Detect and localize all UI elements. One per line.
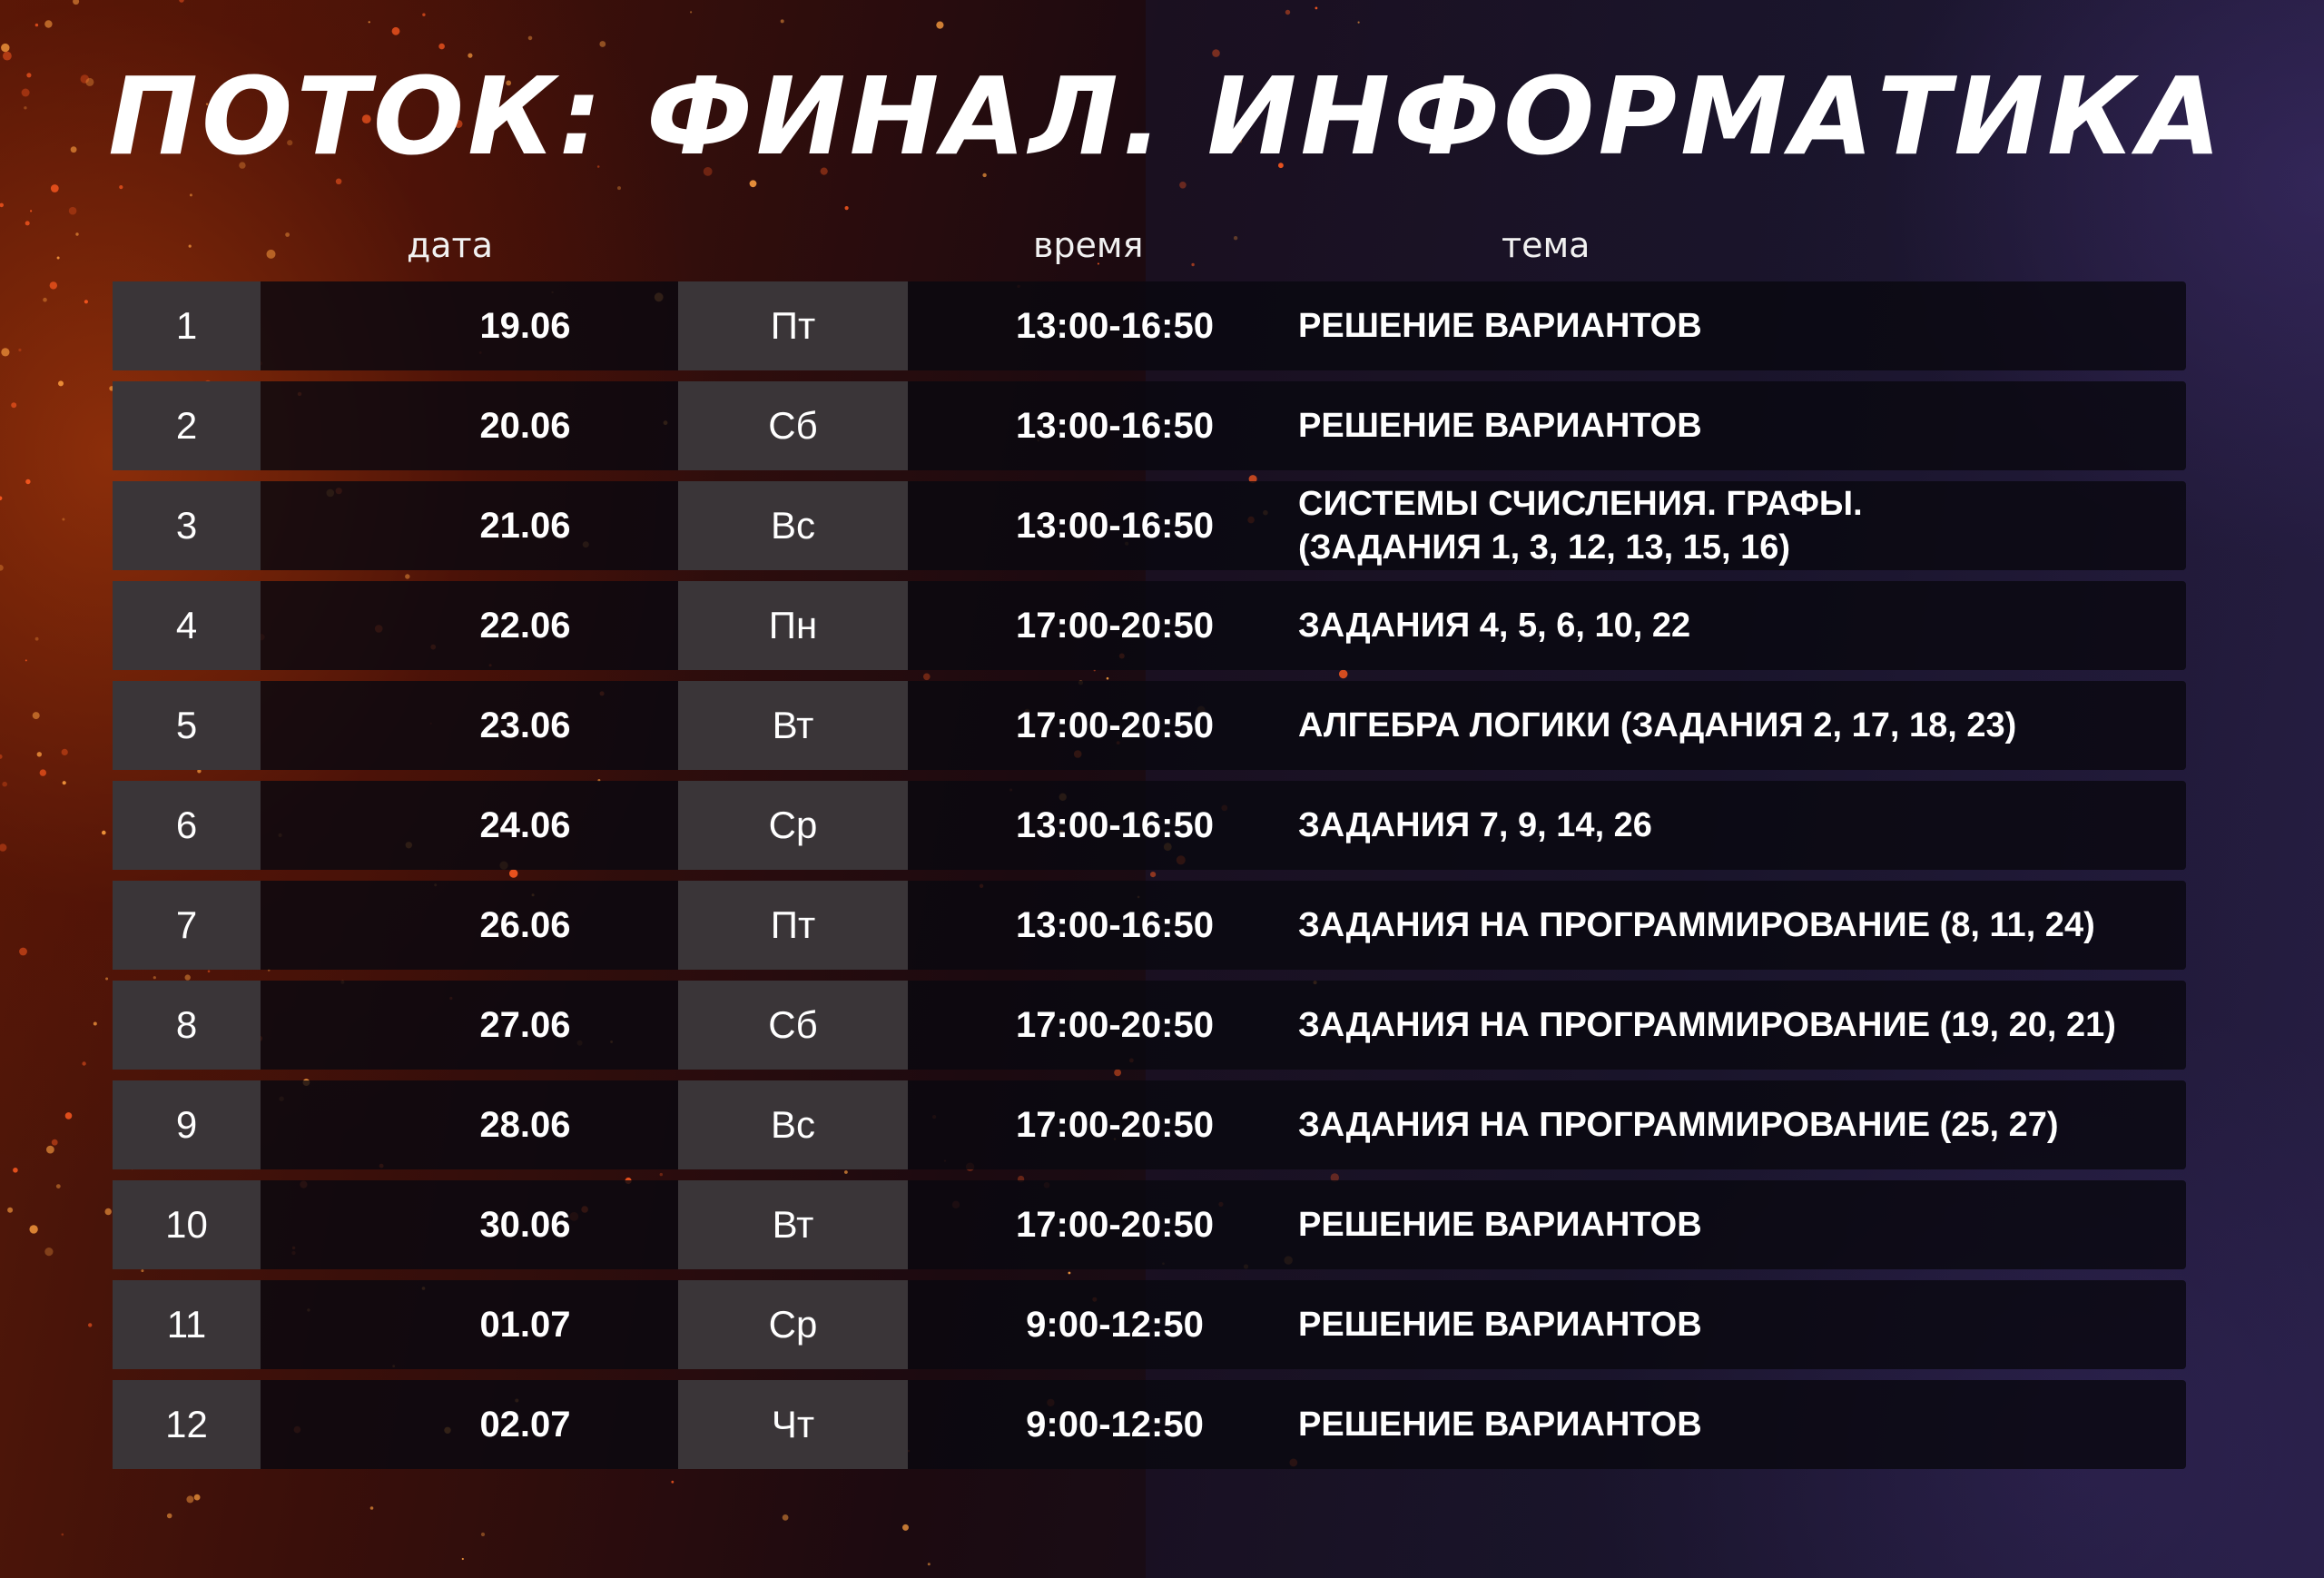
schedule-row: 01.07 11 Ср 9:00-12:50 РЕШЕНИЕ ВАРИАНТОВ [113,1280,2186,1369]
row-topic-line: ЗАДАНИЯ 4, 5, 6, 10, 22 [1298,607,1691,645]
row-weekday: Вт [678,681,908,770]
row-topic-line: РЕШЕНИЕ ВАРИАНТОВ [1298,1306,1702,1344]
row-topic: РЕШЕНИЕ ВАРИАНТОВ [1298,1280,2186,1369]
row-time: 17:00-20:50 [1016,1004,1214,1045]
row-topic-line: РЕШЕНИЕ ВАРИАНТОВ [1298,1206,1702,1244]
row-time: 9:00-12:50 [1026,1404,1204,1445]
schedule-row: 21.06 3 Вс 13:00-16:50 СИСТЕМЫ СЧИСЛЕНИЯ. ГР… [113,481,2186,570]
row-topic: ЗАДАНИЯ НА ПРОГРАММИРОВАНИЕ (19, 20, 21) [1298,981,2186,1070]
header-topic: тема [1502,225,1590,265]
row-weekday: Пт [678,881,908,970]
row-topic: ЗАДАНИЯ 4, 5, 6, 10, 22 [1298,581,2186,670]
row-topic: ЗАДАНИЯ 7, 9, 14, 26 [1298,781,2186,870]
row-weekday: Пт [678,281,908,370]
schedule-row: 28.06 9 Вс 17:00-20:50 ЗАДАНИЯ НА ПРОГРАММИР… [113,1080,2186,1169]
row-topic-line: АЛГЕБРА ЛОГИКИ (ЗАДАНИЯ 2, 17, 18, 23) [1298,706,2017,745]
row-topic-line: ЗАДАНИЯ 7, 9, 14, 26 [1298,806,1652,844]
row-weekday: Вс [678,481,908,570]
row-time: 9:00-12:50 [1026,1304,1204,1345]
row-weekday: Сб [678,381,908,470]
row-weekday: Ср [678,1280,908,1369]
row-number: 12 [113,1380,261,1469]
schedule-row: 02.07 12 Чт 9:00-12:50 РЕШЕНИЕ ВАРИАНТОВ [113,1380,2186,1469]
row-topic: ЗАДАНИЯ НА ПРОГРАММИРОВАНИЕ (8, 11, 24) [1298,881,2186,970]
schedule-row: 24.06 6 Ср 13:00-16:50 ЗАДАНИЯ 7, 9, 14, 26 [113,781,2186,870]
header-time: время [1033,225,1144,265]
row-weekday: Вт [678,1180,908,1269]
row-time: 13:00-16:50 [1016,804,1214,845]
row-topic: АЛГЕБРА ЛОГИКИ (ЗАДАНИЯ 2, 17, 18, 23) [1298,681,2186,770]
row-number: 6 [113,781,261,870]
row-time: 13:00-16:50 [1016,904,1214,945]
row-number: 3 [113,481,261,570]
row-weekday: Чт [678,1380,908,1469]
row-topic: СИСТЕМЫ СЧИСЛЕНИЯ. ГРАФЫ. (ЗАДАНИЯ 1, 3, … [1298,481,2186,570]
row-number: 5 [113,681,261,770]
schedule-row: 19.06 1 Пт 13:00-16:50 РЕШЕНИЕ ВАРИАНТОВ [113,281,2186,370]
schedule-table: 19.06 1 Пт 13:00-16:50 РЕШЕНИЕ ВАРИАНТОВ 20.0… [113,281,2186,1480]
row-number: 4 [113,581,261,670]
row-topic-line: СИСТЕМЫ СЧИСЛЕНИЯ. ГРАФЫ. [1298,485,1863,523]
row-number: 1 [113,281,261,370]
row-number: 10 [113,1180,261,1269]
row-time: 17:00-20:50 [1016,605,1214,646]
row-topic-line: РЕШЕНИЕ ВАРИАНТОВ [1298,1405,1702,1444]
schedule-row: 22.06 4 Пн 17:00-20:50 ЗАДАНИЯ 4, 5, 6, 10, … [113,581,2186,670]
row-number: 7 [113,881,261,970]
row-topic-line: РЕШЕНИЕ ВАРИАНТОВ [1298,407,1702,445]
row-weekday: Пн [678,581,908,670]
page-title: ПОТОК: ФИНАЛ. ИНФОРМАТИКА [108,54,2225,179]
row-topic: РЕШЕНИЕ ВАРИАНТОВ [1298,1180,2186,1269]
row-time: 17:00-20:50 [1016,705,1214,745]
row-time: 13:00-16:50 [1016,305,1214,346]
row-topic-line: РЕШЕНИЕ ВАРИАНТОВ [1298,307,1702,345]
row-weekday: Вс [678,1080,908,1169]
schedule-row: 26.06 7 Пт 13:00-16:50 ЗАДАНИЯ НА ПРОГРАММИР… [113,881,2186,970]
row-number: 9 [113,1080,261,1169]
schedule-row: 23.06 5 Вт 17:00-20:50 АЛГЕБРА ЛОГИКИ (ЗАДАН… [113,681,2186,770]
row-topic-line: (ЗАДАНИЯ 1, 3, 12, 13, 15, 16) [1298,528,1791,567]
row-time: 13:00-16:50 [1016,405,1214,446]
row-topic: РЕШЕНИЕ ВАРИАНТОВ [1298,281,2186,370]
row-time: 17:00-20:50 [1016,1204,1214,1245]
row-number: 2 [113,381,261,470]
header-date: дата [407,225,493,265]
schedule-row: 27.06 8 Сб 17:00-20:50 ЗАДАНИЯ НА ПРОГРАММИР… [113,981,2186,1070]
row-topic: РЕШЕНИЕ ВАРИАНТОВ [1298,381,2186,470]
row-number: 11 [113,1280,261,1369]
row-number: 8 [113,981,261,1070]
schedule-row: 30.06 10 Вт 17:00-20:50 РЕШЕНИЕ ВАРИАНТОВ [113,1180,2186,1269]
row-topic-line: ЗАДАНИЯ НА ПРОГРАММИРОВАНИЕ (25, 27) [1298,1106,2059,1144]
row-time: 17:00-20:50 [1016,1104,1214,1145]
row-weekday: Ср [678,781,908,870]
row-topic: ЗАДАНИЯ НА ПРОГРАММИРОВАНИЕ (25, 27) [1298,1080,2186,1169]
row-time: 13:00-16:50 [1016,505,1214,546]
row-topic-line: ЗАДАНИЯ НА ПРОГРАММИРОВАНИЕ (8, 11, 24) [1298,906,2095,944]
row-topic-line: ЗАДАНИЯ НА ПРОГРАММИРОВАНИЕ (19, 20, 21) [1298,1006,2116,1044]
row-topic: РЕШЕНИЕ ВАРИАНТОВ [1298,1380,2186,1469]
schedule-row: 20.06 2 Сб 13:00-16:50 РЕШЕНИЕ ВАРИАНТОВ [113,381,2186,470]
row-weekday: Сб [678,981,908,1070]
